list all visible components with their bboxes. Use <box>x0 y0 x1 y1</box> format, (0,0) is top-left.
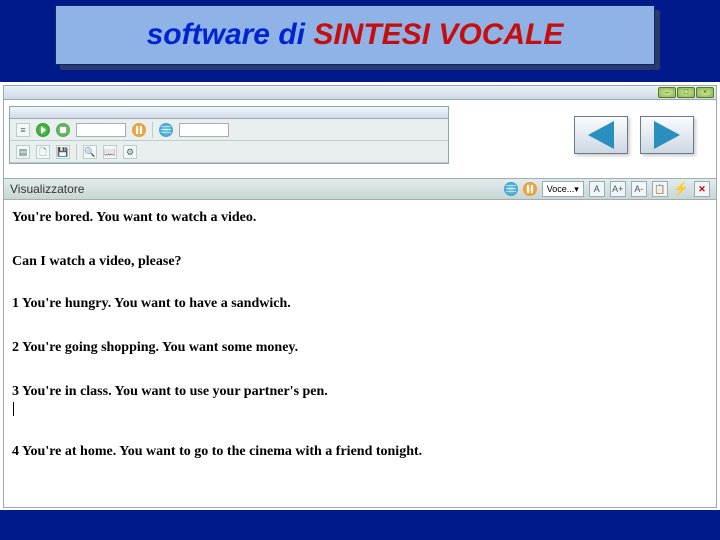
viewer-clear-icon[interactable]: ✕ <box>694 181 710 197</box>
tool-search-icon[interactable]: 🔍 <box>83 145 97 159</box>
viewer-font-decrease-icon[interactable]: A- <box>631 181 647 197</box>
minimize-button[interactable]: – <box>658 87 676 98</box>
separator <box>152 122 153 138</box>
player-titlebar <box>10 107 448 119</box>
player-toolbar-1: ≡ <box>10 119 448 141</box>
tool-save-icon[interactable]: 💾 <box>56 145 70 159</box>
viewer-globe-icon[interactable] <box>504 182 518 196</box>
viewer-copy-icon[interactable]: 📋 <box>652 181 668 197</box>
document-viewer[interactable]: You're bored. You want to watch a video.… <box>4 200 716 507</box>
menu-icon[interactable]: ≡ <box>16 123 30 137</box>
next-slide-button[interactable] <box>640 116 694 154</box>
tool-doc-icon[interactable]: 🗋 <box>36 145 50 159</box>
slide-title: software di SINTESI VOCALE <box>147 18 564 52</box>
play-icon[interactable] <box>36 123 50 137</box>
globe-icon[interactable] <box>159 123 173 137</box>
player-panel: ≡ ▤ 🗋 💾 🔍 📖 ⚙ <box>9 106 449 164</box>
tool-settings-icon[interactable]: ⚙ <box>123 145 137 159</box>
pause-icon[interactable] <box>132 123 146 137</box>
maximize-button[interactable]: □ <box>677 87 695 98</box>
doc-line: 4 You're at home. You want to go to the … <box>12 444 708 460</box>
doc-line: You're bored. You want to watch a video. <box>12 210 708 226</box>
prev-slide-button[interactable] <box>574 116 628 154</box>
window-controls: – □ × <box>658 87 714 98</box>
viewer-font-increase-icon[interactable]: A+ <box>610 181 626 197</box>
doc-text: 3 You're in class. You want to use your … <box>12 384 328 399</box>
viewer-label: Visualizzatore <box>10 182 84 196</box>
arrow-right-icon <box>654 121 680 149</box>
title-part2: SINTESI VOCALE <box>313 18 563 51</box>
viewer-bolt-icon[interactable]: ⚡ <box>673 181 689 197</box>
tool-book-icon[interactable]: 📖 <box>103 145 117 159</box>
title-band: software di SINTESI VOCALE <box>0 0 720 82</box>
lang-field[interactable] <box>179 123 229 137</box>
text-cursor <box>13 402 14 416</box>
separator <box>76 144 77 160</box>
stop-icon[interactable] <box>56 123 70 137</box>
title-part1: software di <box>147 18 314 51</box>
slide-frame: software di SINTESI VOCALE – □ × ≡ <box>0 0 720 540</box>
player-toolbar-2: ▤ 🗋 💾 🔍 📖 ⚙ <box>10 141 448 163</box>
tts-app-window: – □ × ≡ ▤ 🗋 💾 🔍 <box>3 85 717 508</box>
viewer-tool-a[interactable]: A <box>589 181 605 197</box>
doc-line: 2 You're going shopping. You want some m… <box>12 340 708 356</box>
title-box: software di SINTESI VOCALE <box>55 5 655 65</box>
doc-line: 1 You're hungry. You want to have a sand… <box>12 296 708 312</box>
voice-dropdown-label: Voce... <box>547 184 575 194</box>
voice-dropdown[interactable]: Voce... ▾ <box>542 181 584 197</box>
close-button[interactable]: × <box>696 87 714 98</box>
viewer-pause-icon[interactable] <box>523 182 537 196</box>
tool-scan-icon[interactable]: ▤ <box>16 145 30 159</box>
viewer-tools: Voce... ▾ A A+ A- 📋 ⚡ ✕ <box>504 181 710 197</box>
doc-line: Can I watch a video, please? <box>12 254 708 270</box>
doc-line: 3 You're in class. You want to use your … <box>12 384 708 416</box>
app-titlebar: – □ × <box>4 86 716 100</box>
speed-field[interactable] <box>76 123 126 137</box>
arrow-left-icon <box>588 121 614 149</box>
slide-nav <box>574 116 694 154</box>
viewer-toolbar: Visualizzatore Voce... ▾ A A+ A- 📋 ⚡ ✕ <box>4 178 716 200</box>
